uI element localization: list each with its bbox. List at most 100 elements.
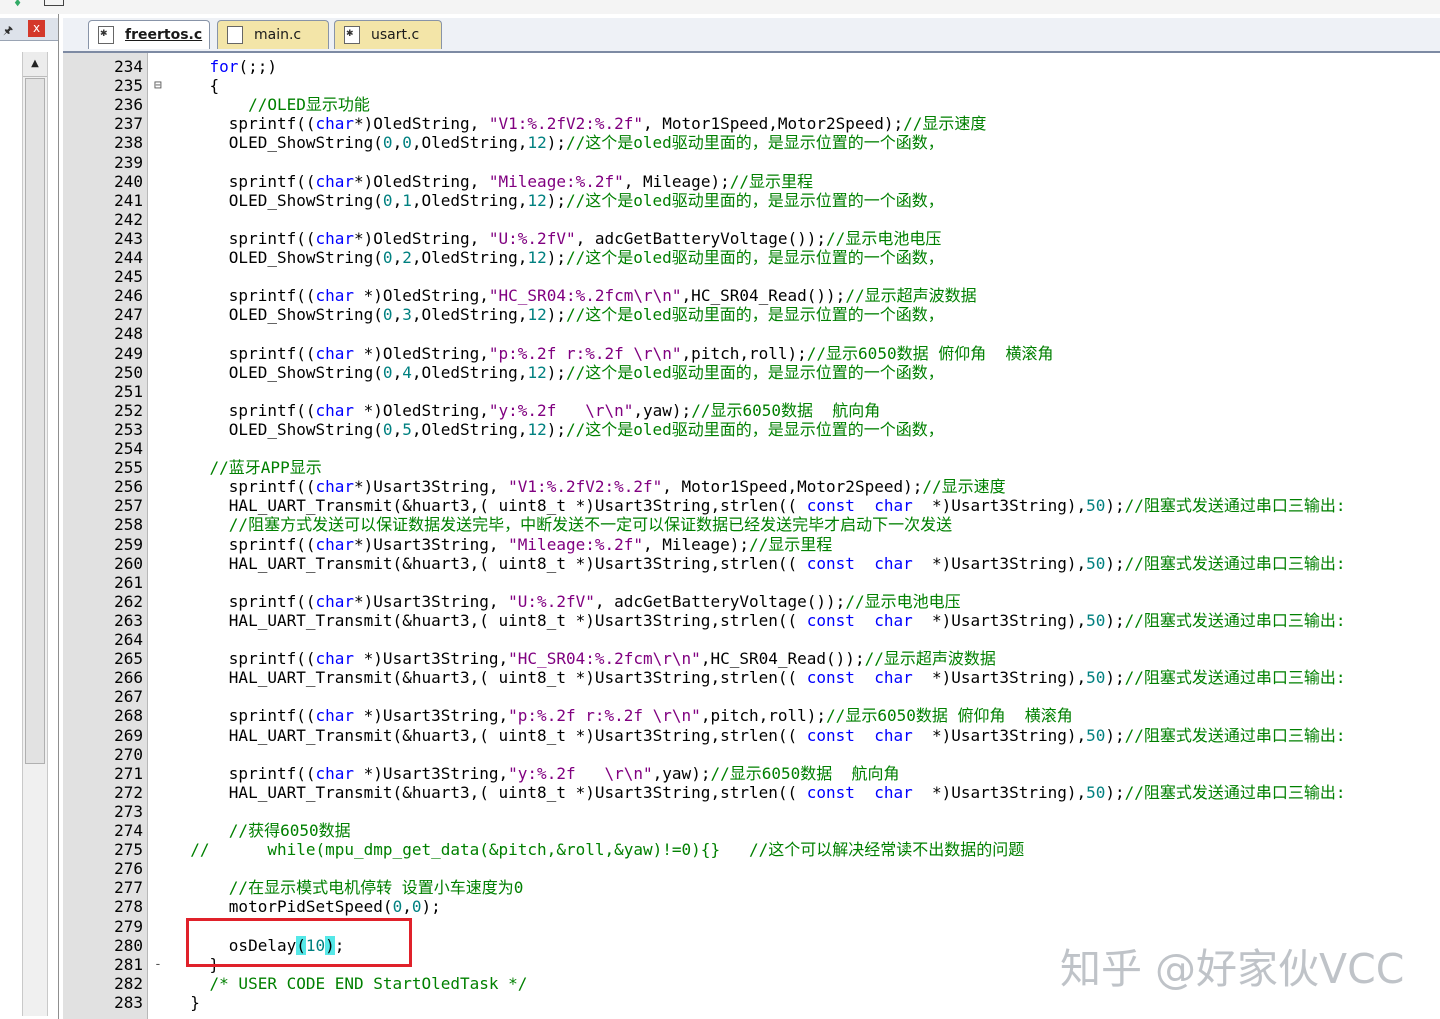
tab-freertos-c[interactable]: freertos.c [88,20,210,49]
tab-usart-c[interactable]: usart.c [334,20,442,49]
code-text: //在显示模式电机停转 设置小车速度为0 [171,878,523,897]
code-line[interactable]: 277 //在显示模式电机停转 设置小车速度为0 [63,878,1440,897]
code-token: 5 [402,420,412,439]
code-token: //显示里程 [749,535,832,554]
code-token: sprintf(( [171,172,316,191]
code-token: OLED_ShowString( [171,420,383,439]
code-line[interactable]: 259 sprintf((char*)Usart3String, "Mileag… [63,535,1440,554]
code-token: char [874,783,913,802]
code-line[interactable]: 242 [63,210,1440,229]
code-line[interactable]: 234 for(;;) [63,57,1440,76]
code-line[interactable]: 250 OLED_ShowString(0,4,OledString,12);/… [63,363,1440,382]
code-line[interactable]: 257 HAL_UART_Transmit(&huart3,( uint8_t … [63,496,1440,515]
code-token: ,OledString, [412,420,528,439]
tab-label: main.c [254,21,301,50]
toolbar-icon[interactable]: ♦ [14,0,30,10]
code-line[interactable]: 249 sprintf((char *)OledString,"p:%.2f r… [63,344,1440,363]
code-line[interactable]: 265 sprintf((char *)Usart3String,"HC_SR0… [63,649,1440,668]
code-line[interactable]: 252 sprintf((char *)OledString,"y:%.2f \… [63,401,1440,420]
code-token: ); [547,305,566,324]
code-text: motorPidSetSpeed(0,0); [171,897,441,916]
code-token: *)OledString, [354,172,489,191]
code-line[interactable]: 267 [63,687,1440,706]
line-number: 255 [63,458,143,477]
code-token: 50 [1086,783,1105,802]
code-line[interactable]: 240 sprintf((char*)OledString, "Mileage:… [63,172,1440,191]
code-line[interactable]: 276 [63,859,1440,878]
code-token: , adcGetBatteryVoltage()); [576,229,826,248]
code-line[interactable]: 271 sprintf((char *)Usart3String,"y:%.2f… [63,764,1440,783]
code-token: , [393,133,403,152]
code-token: //在显示模式电机停转 设置小车速度为0 [229,878,524,897]
code-line[interactable]: 247 OLED_ShowString(0,3,OledString,12);/… [63,305,1440,324]
scrollbar-thumb[interactable] [25,78,45,764]
code-line[interactable]: 245 [63,267,1440,286]
code-token: "p:%.2f r:%.2f \r\n" [489,344,682,363]
code-line[interactable]: 239 [63,153,1440,172]
code-line[interactable]: 269 HAL_UART_Transmit(&huart3,( uint8_t … [63,726,1440,745]
toolbar-image-icon[interactable] [44,0,64,6]
code-line[interactable]: 251 [63,382,1440,401]
code-line[interactable]: 275 // while(mpu_dmp_get_data(&pitch,&ro… [63,840,1440,859]
vertical-scrollbar[interactable]: ▲ [22,52,48,1016]
line-number: 260 [63,554,143,573]
code-line[interactable]: 268 sprintf((char *)Usart3String,"p:%.2f… [63,706,1440,725]
code-token: //显示6050数据 俯仰角 横滚角 [826,706,1073,725]
code-token: , Mileage); [624,172,730,191]
code-line[interactable]: 246 sprintf((char *)OledString,"HC_SR04:… [63,286,1440,305]
line-number: 264 [63,630,143,649]
code-token: *)OledString, [354,229,489,248]
code-line[interactable]: 254 [63,439,1440,458]
code-token: "V1:%.2fV2:%.2f" [489,114,643,133]
code-line[interactable]: 236 //OLED显示功能 [63,95,1440,114]
code-token [171,840,190,859]
code-line[interactable]: 235⊟ { [63,76,1440,95]
close-icon[interactable]: x [28,20,45,37]
code-line[interactable]: 278 motorPidSetSpeed(0,0); [63,897,1440,916]
code-line[interactable]: 244 OLED_ShowString(0,2,OledString,12);/… [63,248,1440,267]
code-token: motorPidSetSpeed( [171,897,393,916]
code-line[interactable]: 273 [63,802,1440,821]
watermark: 知乎 @好家伙VCC [1060,935,1404,995]
fold-toggle-icon[interactable]: - [154,955,164,974]
code-line[interactable]: 266 HAL_UART_Transmit(&huart3,( uint8_t … [63,668,1440,687]
code-line[interactable]: 238 OLED_ShowString(0,0,OledString,12);/… [63,133,1440,152]
code-token: 50 [1086,496,1105,515]
scroll-up-arrow-icon[interactable]: ▲ [23,52,47,77]
code-token [855,611,874,630]
code-line[interactable]: 270 [63,745,1440,764]
code-line[interactable]: 248 [63,324,1440,343]
code-line[interactable]: 263 HAL_UART_Transmit(&huart3,( uint8_t … [63,611,1440,630]
code-token: OLED_ShowString( [171,133,383,152]
code-token: //阻塞式发送通过串口三输出: [1125,726,1346,745]
code-token: { [171,76,219,95]
tab-main-c[interactable]: main.c [217,20,329,49]
code-line[interactable]: 255 //蓝牙APP显示 [63,458,1440,477]
code-line[interactable]: 253 OLED_ShowString(0,5,OledString,12);/… [63,420,1440,439]
code-line[interactable]: 260 HAL_UART_Transmit(&huart3,( uint8_t … [63,554,1440,573]
file-tab-bar: freertos.c main.c usart.c [63,18,1440,53]
code-line[interactable]: 237 sprintf((char*)OledString, "V1:%.2fV… [63,114,1440,133]
code-token: *)Usart3String), [913,496,1086,515]
code-line[interactable]: 262 sprintf((char*)Usart3String, "U:%.2f… [63,592,1440,611]
code-line[interactable]: 261 [63,573,1440,592]
code-text: sprintf((char*)Usart3String, "U:%.2fV", … [171,592,961,611]
code-line[interactable]: 272 HAL_UART_Transmit(&huart3,( uint8_t … [63,783,1440,802]
fold-toggle-icon[interactable]: ⊟ [154,76,164,95]
code-token: //显示6050数据 航向角 [710,764,899,783]
code-token: 12 [527,133,546,152]
line-number: 266 [63,668,143,687]
code-text: HAL_UART_Transmit(&huart3,( uint8_t *)Us… [171,611,1346,630]
code-editor[interactable]: 234 for(;;)235⊟ {236 //OLED显示功能237 sprin… [63,53,1440,1019]
code-line[interactable]: 241 OLED_ShowString(0,1,OledString,12);/… [63,191,1440,210]
code-line[interactable]: 274 //获得6050数据 [63,821,1440,840]
code-line[interactable]: 243 sprintf((char*)OledString, "U:%.2fV"… [63,229,1440,248]
code-line[interactable]: 258 //阻塞方式发送可以保证数据发送完毕，中断发送不一定可以保证数据已经发送… [63,515,1440,534]
code-line[interactable]: 256 sprintf((char*)Usart3String, "V1:%.2… [63,477,1440,496]
code-token [171,821,229,840]
pin-icon[interactable]: 🖈 [3,22,13,41]
code-line[interactable]: 283 } [63,993,1440,1012]
code-token: 0 [383,363,393,382]
code-token: *)Usart3String), [913,726,1086,745]
code-line[interactable]: 264 [63,630,1440,649]
